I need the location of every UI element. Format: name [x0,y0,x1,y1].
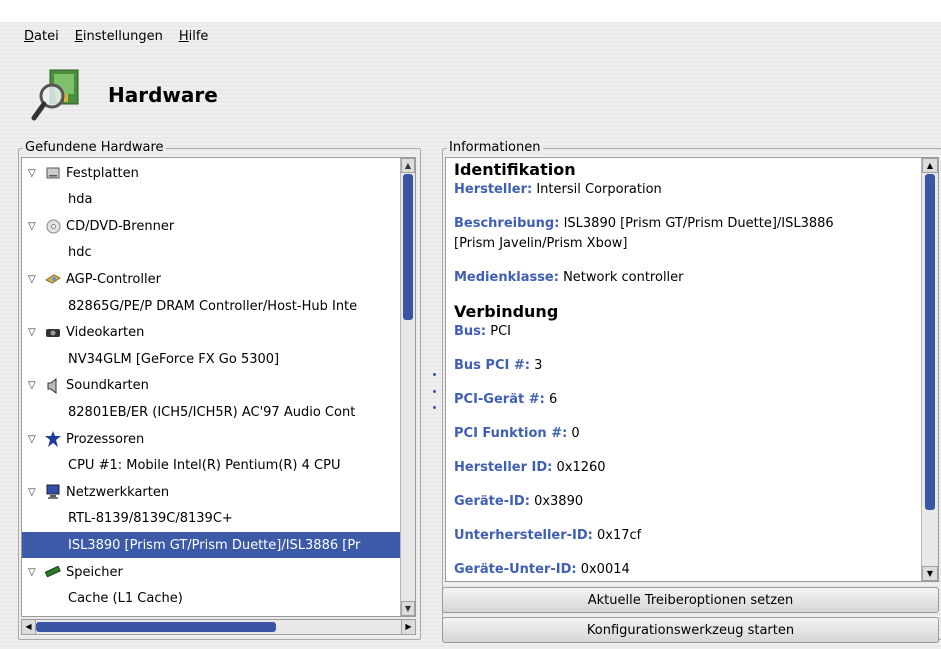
expand-triangle-icon[interactable]: ▽ [28,567,40,578]
field-medienklasse: Medienklasse: Network controller [454,270,684,285]
tree-horizontal-scrollbar[interactable]: ◀ ▶ [21,619,416,635]
hardware-window: Datei Einstellungen Hilfe Hardware Gefun… [0,0,941,649]
field-unterhersteller-id: Unterhersteller-ID: 0x17cf [454,528,642,543]
tree-item[interactable]: hda [22,187,412,213]
info-vertical-scrollbar[interactable]: ▲ ▼ [921,158,938,581]
banner: Hardware [30,64,218,126]
tree-label: NV34GLM [GeForce FX Go 5300] [68,351,280,367]
scroll-left-button[interactable]: ◀ [22,620,36,634]
field-hersteller-id: Hersteller ID: 0x1260 [454,460,606,475]
tree-item[interactable]: ISL3890 [Prism GT/Prism Duette]/ISL3886 … [22,532,412,559]
information-view[interactable]: Identifikation Hersteller: Intersil Corp… [445,157,939,582]
menu-datei[interactable]: Datei [22,29,61,49]
scroll-thumb[interactable] [403,174,413,320]
menu-einstellungen[interactable]: Einstellungen [73,29,165,49]
panel-splitter[interactable] [431,373,437,409]
tree-label: Festplatten [66,165,139,181]
hardware-magnifier-icon [31,69,79,121]
field-hersteller: Hersteller: Intersil Corporation [454,182,662,197]
field-bus-pci: Bus PCI #: 3 [454,358,543,373]
verbindung-heading: Verbindung [454,302,559,321]
info-scroll-down-button[interactable]: ▼ [922,566,938,581]
found-hardware-legend: Gefundene Hardware [23,140,166,155]
tree-vertical-scrollbar[interactable]: ▲ ▼ [400,158,415,616]
scroll-down-button[interactable]: ▼ [401,601,415,616]
tree-label: Videokarten [66,325,145,341]
tree-label: RTL-8139/8139C/8139C+ [68,511,233,527]
tree-item[interactable]: RTL-8139/8139C/8139C+ [22,506,412,532]
menubar: Datei Einstellungen Hilfe [22,29,210,49]
expand-triangle-icon[interactable]: ▽ [28,168,40,179]
tree-label: Speicher [66,564,123,580]
tree-label: 82865G/PE/P DRAM Controller/Host-Hub Int… [68,298,358,314]
expand-triangle-icon[interactable]: ▽ [28,221,40,232]
field-pci-geraet: PCI-Gerät #: 6 [454,392,558,407]
videocard-icon [44,325,62,341]
info-scroll-up-button[interactable]: ▲ [922,158,938,173]
cdrom-icon [44,218,62,234]
expand-triangle-icon[interactable]: ▽ [28,487,40,498]
tree-item[interactable]: 82865G/PE/P DRAM Controller/Host-Hub Int… [22,293,412,319]
expand-triangle-icon[interactable]: ▽ [28,380,40,391]
tree-label: hdc [68,245,92,261]
field-bus: Bus: PCI [454,324,511,339]
tree-item[interactable]: hdc [22,240,412,266]
tree-category[interactable]: ▽ CD/DVD-Brenner [22,213,412,239]
field-geraete-unter-id: Geräte-Unter-ID: 0x0014 [454,562,630,577]
tree-category[interactable]: ▽ Netzwerkkarten [22,479,412,505]
expand-triangle-icon[interactable]: ▽ [28,434,40,445]
info-scroll-thumb[interactable] [925,174,935,510]
tree-item[interactable]: CPU #1: Mobile Intel(R) Pentium(R) 4 CPU [22,453,412,479]
tree-category[interactable]: ▽ AGP-Controller [22,266,412,292]
tree-label: ISL3890 [Prism GT/Prism Duette]/ISL3886 … [68,537,361,553]
expand-triangle-icon[interactable]: ▽ [28,327,40,338]
tree-label: Soundkarten [66,378,149,394]
identifikation-heading: Identifikation [454,160,576,179]
menu-hilfe[interactable]: Hilfe [177,29,211,49]
expand-triangle-icon[interactable]: ▽ [28,274,40,285]
hardware-tree[interactable]: Cache (L1 Cache) ▽ Speicher ISL3890 [Prism … [21,157,416,617]
scroll-right-button[interactable]: ▶ [401,620,415,634]
field-geraete-id: Geräte-ID: 0x3890 [454,494,584,509]
tree-category[interactable]: ▽ Festplatten [22,160,412,186]
tree-category[interactable]: ▽ Videokarten [22,320,412,346]
tree-label: AGP-Controller [66,271,161,287]
tree-category[interactable]: ▽ Soundkarten [22,373,412,399]
tree-label: 82801EB/ER (ICH5/ICH5R) AC'97 Audio Cont [68,404,356,420]
memory-icon [44,564,62,580]
tree-category[interactable]: ▽ Speicher [22,559,412,585]
harddisk-icon [44,165,62,181]
field-beschreibung-cont: [Prism Javelin/Prism Xbow] [454,236,628,251]
tree-category[interactable]: ▽ Prozessoren [22,426,412,452]
field-pci-funktion: PCI Funktion #: 0 [454,426,580,441]
banner-title: Hardware [108,83,218,107]
field-beschreibung: Beschreibung: ISL3890 [Prism GT/Prism Du… [454,216,834,231]
network-icon [44,484,62,500]
tree-item[interactable]: Cache (L1 Cache) [22,586,412,612]
set-driver-options-button[interactable]: Aktuelle Treiberoptionen setzen [442,587,939,613]
scroll-up-button[interactable]: ▲ [401,158,415,173]
tree-label: Cache (L1 Cache) [68,591,183,607]
tree-label: Netzwerkkarten [66,484,170,500]
tree-item[interactable]: 82801EB/ER (ICH5/ICH5R) AC'97 Audio Cont [22,399,412,425]
tree-label: hda [68,192,93,208]
information-panel: Informationen Identifikation Hersteller:… [442,140,941,640]
title-strip [0,0,941,22]
tree-label: CPU #1: Mobile Intel(R) Pentium(R) 4 CPU [68,458,341,474]
information-legend: Informationen [447,140,543,155]
start-config-tool-button[interactable]: Konfigurationswerkzeug starten [442,617,939,643]
cpu-icon [44,431,62,447]
agp-icon [44,271,62,287]
found-hardware-panel: Gefundene Hardware Cache (L1 Cache) ▽ Spei… [18,140,421,640]
tree-item[interactable]: NV34GLM [GeForce FX Go 5300] [22,346,412,372]
h-scroll-thumb[interactable] [36,622,276,632]
tree-label: CD/DVD-Brenner [66,218,175,234]
tree-label: Prozessoren [66,431,145,447]
speaker-icon [44,377,62,394]
